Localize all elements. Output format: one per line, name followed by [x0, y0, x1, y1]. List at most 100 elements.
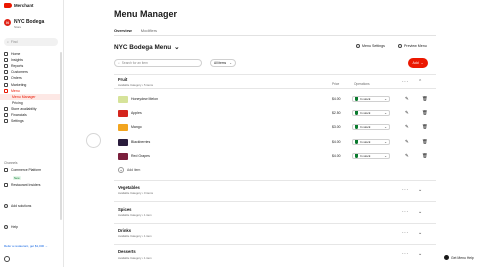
- help-label: Help: [11, 225, 18, 229]
- category-name[interactable]: Drinks: [118, 228, 131, 233]
- more-options-icon[interactable]: ···: [402, 187, 409, 193]
- shield-icon: [355, 97, 358, 101]
- table-row[interactable]: Apples $2.50 In stock ⌄ ✎ 🗑: [118, 108, 436, 118]
- stock-select[interactable]: In stock ⌄: [352, 96, 390, 102]
- price-column-header: Price: [332, 82, 340, 86]
- sidebar-item-label: Insights: [11, 58, 24, 63]
- help-icon: [444, 255, 449, 260]
- chevron-down-icon[interactable]: ⌄: [418, 251, 422, 257]
- sidebar-item-settings[interactable]: Settings: [0, 118, 62, 124]
- chevron-down-icon: ⌄: [174, 44, 180, 51]
- trash-icon[interactable]: 🗑: [422, 153, 428, 159]
- edit-pencil-icon[interactable]: ✎: [405, 153, 409, 159]
- brand[interactable]: Merchant: [4, 3, 34, 8]
- more-options-icon[interactable]: ···: [402, 209, 409, 215]
- trash-icon[interactable]: 🗑: [422, 110, 428, 116]
- store-switcher[interactable]: N NYC Bodega Store: [4, 19, 44, 29]
- stock-select[interactable]: In stock ⌄: [352, 153, 390, 159]
- menu-settings-button[interactable]: Menu Settings: [356, 44, 385, 48]
- refer-link[interactable]: Refer a restaurant, get $1,000 →: [4, 244, 48, 248]
- stock-select[interactable]: In stock ⌄: [352, 124, 390, 130]
- edit-pencil-icon[interactable]: ✎: [405, 124, 409, 130]
- gear-icon: [4, 119, 8, 124]
- add-label: Add: [412, 61, 419, 65]
- insiders-icon: [4, 183, 8, 187]
- shield-icon: [355, 140, 358, 144]
- item-search-input[interactable]: ⌕ Search for an item: [114, 59, 202, 67]
- menu-selector[interactable]: NYC Bodega Menu ⌄: [114, 43, 180, 52]
- table-row[interactable]: Red Grapes $4.00 In stock ⌄ ✎ 🗑: [118, 151, 436, 161]
- sidebar-item-label: Store availability: [11, 106, 37, 111]
- user-avatar[interactable]: [4, 256, 10, 262]
- reports-icon: [4, 64, 8, 69]
- add-button[interactable]: Add ⌄: [408, 58, 428, 68]
- item-price: $3.00: [332, 125, 341, 129]
- sidebar-scrollbar[interactable]: [60, 52, 62, 220]
- item-name: Honeydew Melon: [131, 97, 159, 101]
- sidebar-item-label: Commerce Platform: [11, 168, 42, 172]
- sidebar-nav: Home Insights Reports Customers Orders M…: [0, 51, 62, 124]
- sidebar-item-label: Home: [11, 52, 21, 57]
- more-options-icon[interactable]: ···: [402, 79, 409, 85]
- store-subtitle: Store: [14, 25, 22, 29]
- edit-pencil-icon[interactable]: ✎: [405, 139, 409, 145]
- add-solutions-label: Add solutions: [11, 204, 32, 208]
- shield-icon: [355, 125, 358, 129]
- table-row[interactable]: Mango $3.00 In stock ⌄ ✎ 🗑: [118, 122, 436, 132]
- divider: [114, 244, 436, 245]
- trash-icon[interactable]: 🗑: [422, 139, 428, 145]
- category-name[interactable]: Desserts: [118, 249, 136, 254]
- add-solutions-button[interactable]: Add solutions: [4, 204, 31, 208]
- sidebar-item-label: Pricing: [12, 100, 23, 105]
- more-options-icon[interactable]: ···: [402, 251, 409, 257]
- stock-select[interactable]: In stock ⌄: [352, 110, 390, 116]
- add-item-button[interactable]: + Add item: [118, 167, 140, 173]
- chevron-up-icon[interactable]: ⌃: [418, 79, 422, 85]
- stock-value: In stock: [360, 97, 371, 101]
- category-name[interactable]: Vegetables: [118, 185, 140, 190]
- financials-icon: [4, 112, 8, 117]
- category-name[interactable]: Fruit: [118, 77, 127, 82]
- category-name[interactable]: Spices: [118, 207, 132, 212]
- category-subtitle: Available Category • 5 items: [118, 83, 153, 87]
- get-menu-help-button[interactable]: Get Menu Help: [444, 255, 474, 260]
- more-options-icon[interactable]: ···: [402, 230, 409, 236]
- sidebar-item-commerce-platform[interactable]: Commerce Platform: [4, 168, 41, 172]
- new-badge: New: [13, 176, 21, 180]
- home-icon: [4, 52, 8, 57]
- trash-icon[interactable]: 🗑: [422, 96, 428, 102]
- category-subtitle: Available Category • 1 item: [118, 234, 152, 238]
- customers-icon: [4, 70, 8, 75]
- category-subtitle: Available Category • 0 items: [118, 191, 153, 195]
- item-thumbnail: [118, 109, 128, 117]
- chevron-down-icon[interactable]: ⌄: [418, 209, 422, 215]
- chevron-down-icon: ⌄: [420, 61, 424, 65]
- preview-menu-button[interactable]: Preview Menu: [398, 44, 427, 48]
- gear-icon: [356, 44, 360, 48]
- chevron-down-icon[interactable]: ⌄: [418, 187, 422, 193]
- edit-pencil-icon[interactable]: ✎: [405, 110, 409, 116]
- chevron-down-icon[interactable]: ⌄: [418, 230, 422, 236]
- sidebar-item-restaurant-insiders[interactable]: Restaurant Insiders: [4, 183, 40, 187]
- sidebar: Merchant N NYC Bodega Store ⌕ Find Home …: [0, 0, 64, 267]
- item-filter-select[interactable]: All items ⌄: [210, 59, 236, 67]
- main-content: Menu Manager Overview Modifiers NYC Bode…: [114, 0, 436, 267]
- sidebar-item-label: Settings: [11, 119, 24, 124]
- stock-value: In stock: [360, 154, 371, 158]
- shield-icon: [355, 111, 358, 115]
- trash-icon[interactable]: 🗑: [422, 124, 428, 130]
- sidebar-item-label: Orders: [11, 76, 22, 81]
- table-row[interactable]: Blackberries $4.00 In stock ⌄ ✎ 🗑: [118, 137, 436, 147]
- plus-icon: +: [118, 167, 124, 173]
- sidebar-item-label: Menu: [11, 88, 20, 93]
- chevron-down-icon: ⌄: [384, 154, 387, 158]
- sidebar-search-input[interactable]: ⌕ Find: [4, 38, 58, 46]
- help-link[interactable]: Help: [4, 225, 18, 229]
- chevron-down-icon: ⌄: [384, 125, 387, 129]
- table-row[interactable]: Honeydew Melon $4.00 In stock ⌄ ✎ 🗑: [118, 94, 436, 104]
- brand-name: Merchant: [14, 3, 34, 8]
- channels-section-label: Channels: [4, 161, 18, 165]
- edit-pencil-icon[interactable]: ✎: [405, 96, 409, 102]
- stock-value: In stock: [360, 125, 371, 129]
- stock-select[interactable]: In stock ⌄: [352, 139, 390, 145]
